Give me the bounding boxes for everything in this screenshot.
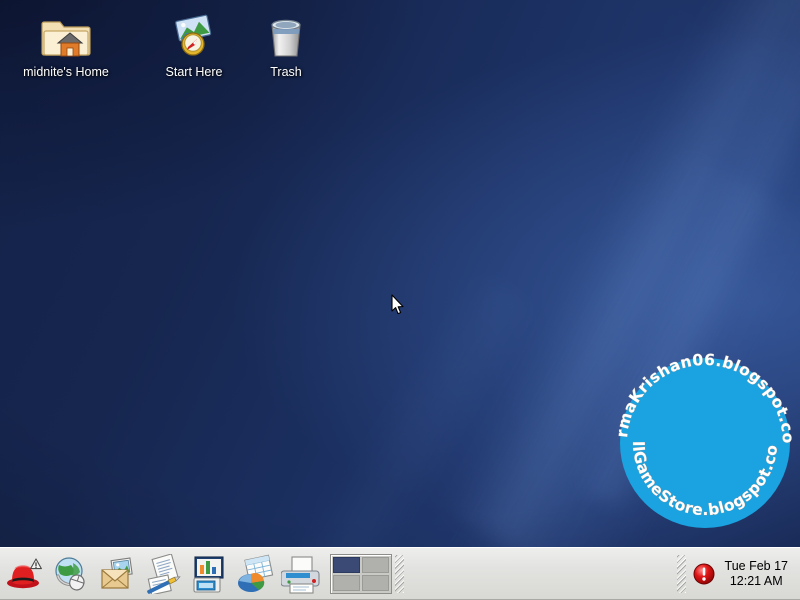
launcher-print-manager[interactable]	[278, 550, 324, 598]
clock-time: 12:21 AM	[729, 574, 783, 588]
desktop-background[interactable]: midnite's Home Start Here Trash rmaKrish…	[0, 0, 800, 547]
launcher-main-menu-redhat[interactable]	[2, 550, 48, 598]
system-tray: Tue Feb 17 12:21 AM	[689, 548, 796, 600]
warning-triangle-icon	[30, 558, 42, 570]
tray-drag-handle[interactable]	[676, 555, 686, 593]
launcher-presentation[interactable]	[186, 550, 232, 598]
workspace-3[interactable]	[333, 575, 360, 591]
panel-launcher-area	[0, 548, 407, 600]
tray-rhn-update-alert[interactable]	[689, 550, 719, 598]
desktop-icon-label: Start Here	[165, 65, 223, 79]
launcher-word-processor[interactable]	[140, 550, 186, 598]
wallpaper-light-streak	[392, 142, 800, 547]
workspace-2[interactable]	[362, 557, 389, 573]
desktop-icon-label: midnite's Home	[23, 65, 109, 79]
launcher-spreadsheet[interactable]	[232, 550, 278, 598]
clock-applet[interactable]: Tue Feb 17 12:21 AM	[719, 559, 796, 589]
launcher-web-browser[interactable]	[48, 550, 94, 598]
desktop-icon-trash[interactable]: Trash	[238, 8, 334, 81]
home-folder-icon	[18, 8, 114, 60]
watermark-top-text: VermaKrishan06.blogspot.com	[612, 350, 797, 444]
desktop-icon-start-here[interactable]: Start Here	[146, 8, 242, 81]
panel-drag-handle[interactable]	[395, 555, 404, 593]
wallpaper-light-streak	[204, 264, 546, 547]
mouse-cursor-arrow	[391, 294, 405, 316]
compass-start-here-icon	[146, 8, 242, 60]
watermark-blogspot-badge: VermaKrishan06.blogspot.com AllGameStore…	[612, 350, 798, 536]
launcher-email-client[interactable]	[94, 550, 140, 598]
desktop-icon-midnite-home[interactable]: midnite's Home	[18, 8, 114, 81]
workspace-4[interactable]	[362, 575, 389, 591]
wallpaper-vignette	[0, 0, 800, 547]
taskbar-panel: Tue Feb 17 12:21 AM	[0, 547, 800, 600]
panel-tray-area: Tue Feb 17 12:21 AM	[674, 548, 800, 600]
rhn-update-alert-icon	[693, 563, 715, 585]
wallpaper-light-streak	[567, 0, 800, 514]
trash-can-icon	[238, 8, 334, 60]
workspace-switcher[interactable]	[330, 554, 392, 594]
wallpaper-light-streak	[442, 0, 800, 547]
watermark-bottom-text: AllGameStore.blogspot.com	[612, 350, 781, 519]
workspace-1[interactable]	[333, 557, 360, 573]
desktop-icon-label: Trash	[270, 65, 302, 79]
clock-date: Tue Feb 17	[724, 559, 788, 573]
